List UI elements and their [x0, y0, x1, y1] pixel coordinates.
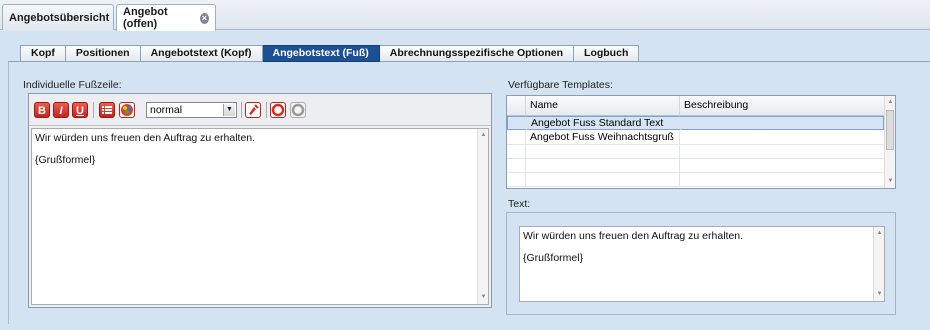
template-text-preview[interactable]: Wir würden uns freuen den Auftrag zu erh… — [519, 226, 885, 302]
tab-label: Angebotsübersicht — [9, 11, 110, 24]
format-select[interactable]: normal ▼ — [146, 102, 237, 118]
table-row — [507, 145, 884, 159]
row-description — [679, 131, 886, 144]
empty-cell — [525, 159, 679, 172]
text-line: Wir würden uns freuen den Auftrag zu erh… — [35, 132, 256, 144]
bold-button[interactable]: B — [34, 102, 50, 118]
italic-button[interactable]: I — [53, 102, 69, 118]
scroll-down-icon[interactable]: ▼ — [480, 294, 487, 301]
footer-editor: B I U normal ▼ Wir würden uns freuen den… — [28, 93, 492, 308]
row-name: Angebot Fuss Standard Text — [526, 117, 680, 130]
toolbar-separator — [266, 102, 267, 118]
chevron-down-icon: ▼ — [223, 104, 235, 116]
list-icon[interactable] — [99, 102, 115, 118]
scroll-down-icon[interactable]: ▼ — [876, 291, 883, 298]
table-row — [507, 173, 884, 187]
toolbar-separator — [93, 102, 94, 118]
empty-cell — [679, 145, 886, 158]
tab-angebot-offen[interactable]: Angebot (offen) × — [116, 4, 216, 31]
scroll-down-icon[interactable]: ▼ — [887, 178, 894, 185]
footer-text-area[interactable]: Wir würden uns freuen den Auftrag zu erh… — [31, 128, 489, 305]
redo-icon[interactable] — [290, 102, 306, 118]
tab-kopf[interactable]: Kopf — [20, 45, 66, 62]
color-palette-icon[interactable] — [119, 102, 135, 118]
text-line: {Grußformel} — [35, 154, 96, 166]
row-name: Angebot Fuss Weihnachtsgruß — [525, 131, 679, 144]
tab-abrechnungsspezifische-optionen[interactable]: Abrechnungsspezifische Optionen — [379, 45, 575, 62]
scrollbar[interactable]: ▲ ▼ — [884, 96, 895, 188]
table-row[interactable]: Angebot Fuss Standard Text — [507, 116, 884, 130]
sub-tab-bar: Kopf Positionen Angebotstext (Kopf) Ange… — [20, 45, 640, 62]
editor-toolbar: B I U normal ▼ — [29, 94, 491, 126]
tab-angebotstext-fuss[interactable]: Angebotstext (Fuß) — [262, 45, 380, 62]
scroll-up-icon[interactable]: ▲ — [480, 132, 487, 139]
header-spacer — [507, 96, 525, 116]
scrollbar[interactable]: ▲ ▼ — [477, 129, 488, 304]
tab-angebotsuebersicht[interactable]: Angebotsübersicht × — [2, 4, 123, 30]
scroll-up-icon[interactable]: ▲ — [876, 230, 883, 237]
scrollbar[interactable]: ▲ ▼ — [873, 227, 884, 301]
scroll-up-icon[interactable]: ▲ — [887, 99, 894, 106]
tab-logbuch[interactable]: Logbuch — [574, 45, 640, 62]
close-icon[interactable]: × — [199, 12, 209, 24]
tab-label: Angebot (offen) — [123, 6, 168, 30]
column-header-name[interactable]: Name — [525, 96, 679, 116]
available-templates-label: Verfügbare Templates: — [508, 79, 613, 91]
undo-icon[interactable] — [270, 102, 286, 118]
text-line: {Grußformel} — [523, 252, 584, 264]
toolbar-separator — [241, 102, 242, 118]
tab-angebotstext-kopf[interactable]: Angebotstext (Kopf) — [140, 45, 263, 62]
table-row — [507, 159, 884, 173]
insert-link-icon[interactable] — [245, 102, 261, 118]
text-label: Text: — [508, 198, 531, 210]
table-row[interactable]: Angebot Fuss Weihnachtsgruß — [507, 131, 884, 145]
format-select-value: normal — [150, 104, 183, 116]
scroll-thumb[interactable] — [886, 110, 894, 150]
empty-cell — [525, 145, 679, 158]
document-tab-bar: Angebotsübersicht × Angebot (offen) × — [0, 0, 930, 31]
empty-cell — [679, 159, 886, 172]
column-header-description[interactable]: Beschreibung — [679, 96, 886, 116]
templates-table: Name Beschreibung Angebot Fuss Standard … — [506, 95, 896, 189]
individual-footer-label: Individuelle Fußzeile: — [23, 79, 122, 91]
text-line: Wir würden uns freuen den Auftrag zu erh… — [523, 230, 744, 242]
table-header: Name Beschreibung — [507, 96, 884, 116]
row-description — [680, 117, 887, 130]
tab-positionen[interactable]: Positionen — [65, 45, 141, 62]
underline-button[interactable]: U — [72, 102, 88, 118]
empty-cell — [525, 173, 679, 186]
empty-cell — [679, 173, 886, 186]
